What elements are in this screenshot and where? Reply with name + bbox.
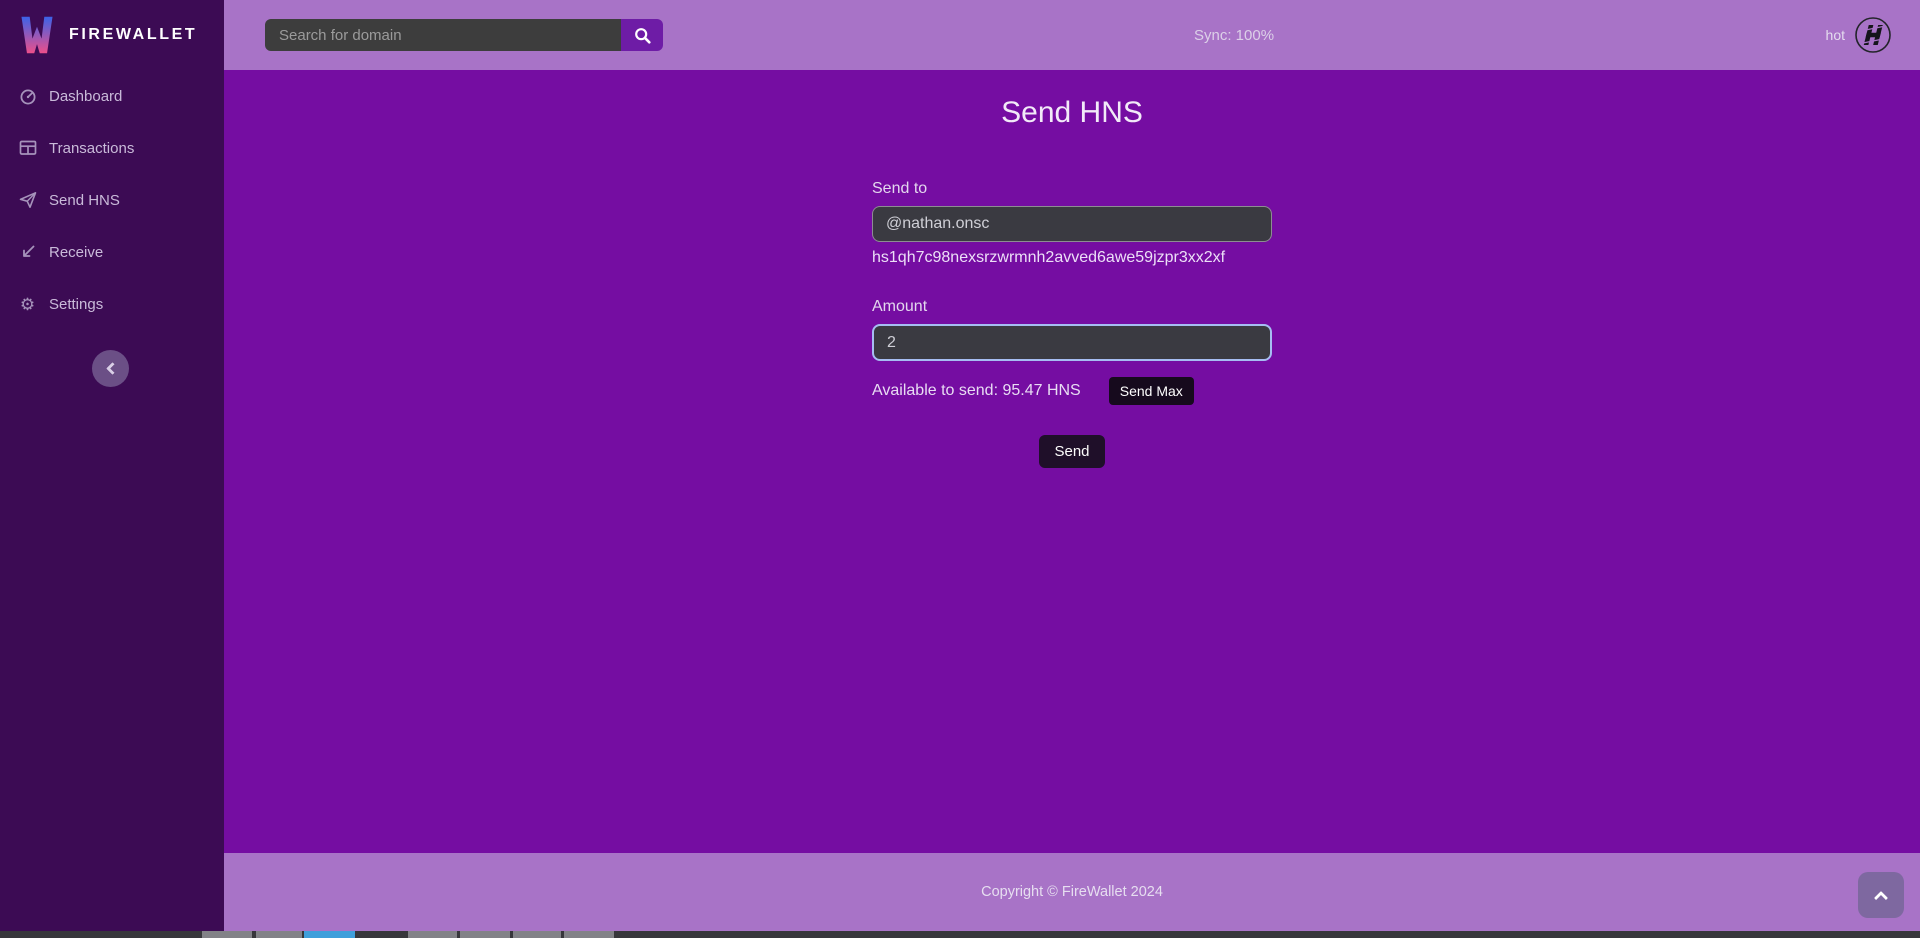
chevron-left-icon xyxy=(106,362,119,375)
brand[interactable]: FIREWALLET xyxy=(0,0,224,70)
domain-search xyxy=(265,19,663,51)
send-max-button[interactable]: Send Max xyxy=(1109,377,1194,405)
amount-input[interactable] xyxy=(872,324,1272,361)
window-tab-strip[interactable] xyxy=(0,931,1920,938)
gear-icon: ⚙ xyxy=(18,296,37,313)
sidebar-item-label: Dashboard xyxy=(49,88,122,105)
footer: Copyright © FireWallet 2024 xyxy=(224,853,1920,931)
resolved-address: hs1qh7c98nexsrzwrmnh2avved6awe59jzpr3xx2… xyxy=(872,249,1272,267)
tab-segment[interactable] xyxy=(256,931,302,938)
sidebar-item-receive[interactable]: Receive xyxy=(0,226,224,278)
sidebar-item-label: Receive xyxy=(49,244,103,261)
paper-plane-icon xyxy=(18,191,37,209)
sidebar: FIREWALLET Dashboard Transactions Send H… xyxy=(0,0,224,931)
sidebar-item-label: Send HNS xyxy=(49,192,120,209)
search-button[interactable] xyxy=(621,19,663,51)
send-button[interactable]: Send xyxy=(1039,435,1104,468)
available-to-send-text: Available to send: 95.47 HNS xyxy=(872,382,1081,400)
chevron-up-icon xyxy=(1874,890,1888,904)
send-to-label: Send to xyxy=(872,180,1272,198)
tab-segment[interactable] xyxy=(513,931,561,938)
app-window: FIREWALLET Dashboard Transactions Send H… xyxy=(0,0,1920,938)
sync-status: Sync: 100% xyxy=(1194,0,1274,70)
tab-segment[interactable] xyxy=(460,931,510,938)
arrow-down-left-icon xyxy=(18,244,37,260)
topbar: Sync: 100% hot xyxy=(224,0,1920,70)
scroll-to-top-button[interactable] xyxy=(1858,872,1904,918)
send-row: Send xyxy=(872,435,1272,468)
sidebar-item-dashboard[interactable]: Dashboard xyxy=(0,70,224,122)
wallet-name: hot xyxy=(1826,27,1845,43)
gauge-icon xyxy=(18,87,37,105)
available-row: Available to send: 95.47 HNS Send Max xyxy=(872,377,1272,405)
main-content: Send HNS Send to hs1qh7c98nexsrzwrmnh2av… xyxy=(224,70,1920,853)
sidebar-item-transactions[interactable]: Transactions xyxy=(0,122,224,174)
sidebar-item-settings[interactable]: ⚙ Settings xyxy=(0,278,224,330)
tab-segment-active[interactable] xyxy=(304,931,355,938)
brand-name: FIREWALLET xyxy=(69,26,197,44)
table-icon xyxy=(18,139,37,157)
sidebar-item-send-hns[interactable]: Send HNS xyxy=(0,174,224,226)
sidebar-item-label: Settings xyxy=(49,296,103,313)
copyright-text: Copyright © FireWallet 2024 xyxy=(981,884,1163,900)
sidebar-item-label: Transactions xyxy=(49,140,134,157)
send-to-input[interactable] xyxy=(872,206,1272,242)
tab-segment[interactable] xyxy=(202,931,252,938)
search-input[interactable] xyxy=(265,19,621,51)
wallet-indicator[interactable]: hot xyxy=(1826,0,1892,70)
amount-label: Amount xyxy=(872,298,1272,316)
page-title: Send HNS xyxy=(224,96,1920,130)
sidebar-collapse-button[interactable] xyxy=(92,350,129,387)
handshake-logo-icon[interactable] xyxy=(1854,16,1892,54)
tab-segment[interactable] xyxy=(408,931,457,938)
firewallet-logo-icon xyxy=(16,13,58,57)
magnifier-icon xyxy=(634,27,651,44)
sidebar-nav: Dashboard Transactions Send HNS Receive xyxy=(0,70,224,330)
send-form: Send to hs1qh7c98nexsrzwrmnh2avved6awe59… xyxy=(872,180,1272,468)
tab-segment[interactable] xyxy=(564,931,614,938)
